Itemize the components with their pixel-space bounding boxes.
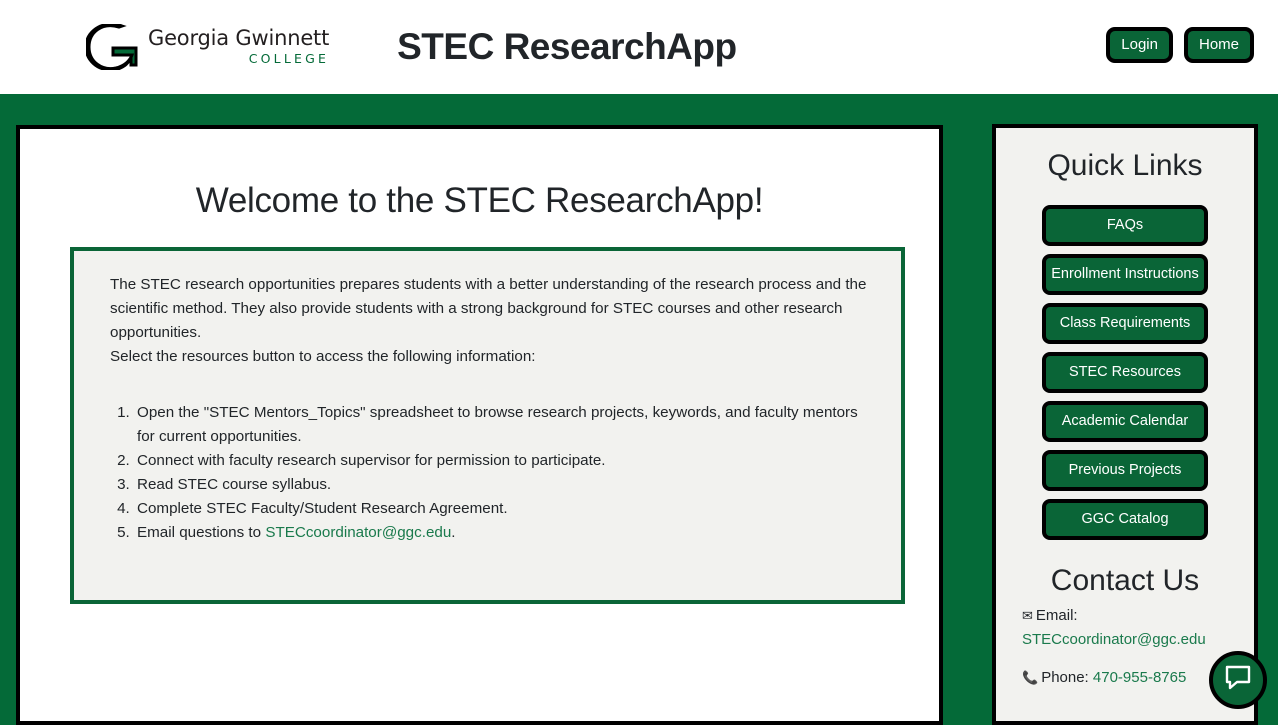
ggc-g-logo-icon (84, 22, 140, 72)
contact-phone-row: 📞 Phone: 470-955-8765 (1022, 666, 1234, 690)
logo-college-word: COLLEGE (248, 51, 330, 67)
sidebar-item-stec-resources[interactable]: STEC Resources (1042, 352, 1208, 393)
chat-bubble-icon (1224, 665, 1252, 696)
chat-widget-button[interactable] (1209, 651, 1267, 709)
sidebar-item-enrollment-instructions[interactable]: Enrollment Instructions (1042, 254, 1208, 295)
ggc-logo: Georgia Gwinnett COLLEGE (84, 22, 330, 72)
intro-paragraph: The STEC research opportunities prepares… (110, 273, 875, 369)
list-item: Complete STEC Faculty/Student Research A… (134, 497, 875, 521)
home-button[interactable]: Home (1183, 27, 1254, 63)
intro-paragraph-text: The STEC research opportunities prepares… (110, 276, 867, 341)
sidebar-item-class-requirements[interactable]: Class Requirements (1042, 303, 1208, 344)
login-button[interactable]: Login (1106, 27, 1173, 63)
logo-college-name: Georgia Gwinnett (148, 26, 330, 51)
steps-list: Open the "STEC Mentors_Topics" spreadshe… (110, 401, 875, 545)
list-item: Email questions to STECcoordinator@ggc.e… (134, 521, 875, 545)
coordinator-email-link[interactable]: STECcoordinator@ggc.edu (265, 524, 451, 541)
phone-icon: 📞 (1022, 670, 1039, 685)
envelope-icon: ✉ (1022, 608, 1033, 623)
header-actions: Login Home (1106, 27, 1254, 63)
contact-email-label: Email: (1035, 607, 1078, 624)
list-item: Connect with faculty research supervisor… (134, 449, 875, 473)
contact-email-row: ✉ Email: STECcoordinator@ggc.edu (1022, 604, 1234, 652)
contact-us-heading: Contact Us (1050, 564, 1200, 597)
list-item: Read STEC course syllabus. (134, 473, 875, 497)
intro-instruction-text: Select the resources button to access th… (110, 348, 536, 365)
step5-prefix: Email questions to (137, 524, 266, 541)
sidebar-item-previous-projects[interactable]: Previous Projects (1042, 450, 1208, 491)
welcome-heading: Welcome to the STEC ResearchApp! (195, 181, 764, 220)
step5-suffix: . (451, 524, 456, 541)
intro-content-box: The STEC research opportunities prepares… (70, 247, 905, 604)
quick-links-list: FAQs Enrollment Instructions Class Requi… (996, 205, 1254, 540)
quick-links-sidebar: Quick Links FAQs Enrollment Instructions… (992, 124, 1258, 725)
sidebar-item-ggc-catalog[interactable]: GGC Catalog (1042, 499, 1208, 540)
main-content-card: Welcome to the STEC ResearchApp! The STE… (16, 125, 943, 725)
page-title: STEC ResearchApp (397, 26, 737, 67)
quick-links-heading: Quick Links (1047, 149, 1203, 182)
contact-phone-label: Phone: (1041, 669, 1089, 686)
sidebar-item-academic-calendar[interactable]: Academic Calendar (1042, 401, 1208, 442)
site-header: Georgia Gwinnett COLLEGE STEC ResearchAp… (0, 0, 1278, 94)
contact-email-link[interactable]: STECcoordinator@ggc.edu (1022, 631, 1206, 648)
page-body: Welcome to the STEC ResearchApp! The STE… (0, 94, 1278, 725)
sidebar-item-faqs[interactable]: FAQs (1042, 205, 1208, 246)
contact-phone-link[interactable]: 470-955-8765 (1093, 669, 1186, 686)
list-item: Open the "STEC Mentors_Topics" spreadshe… (134, 401, 875, 449)
